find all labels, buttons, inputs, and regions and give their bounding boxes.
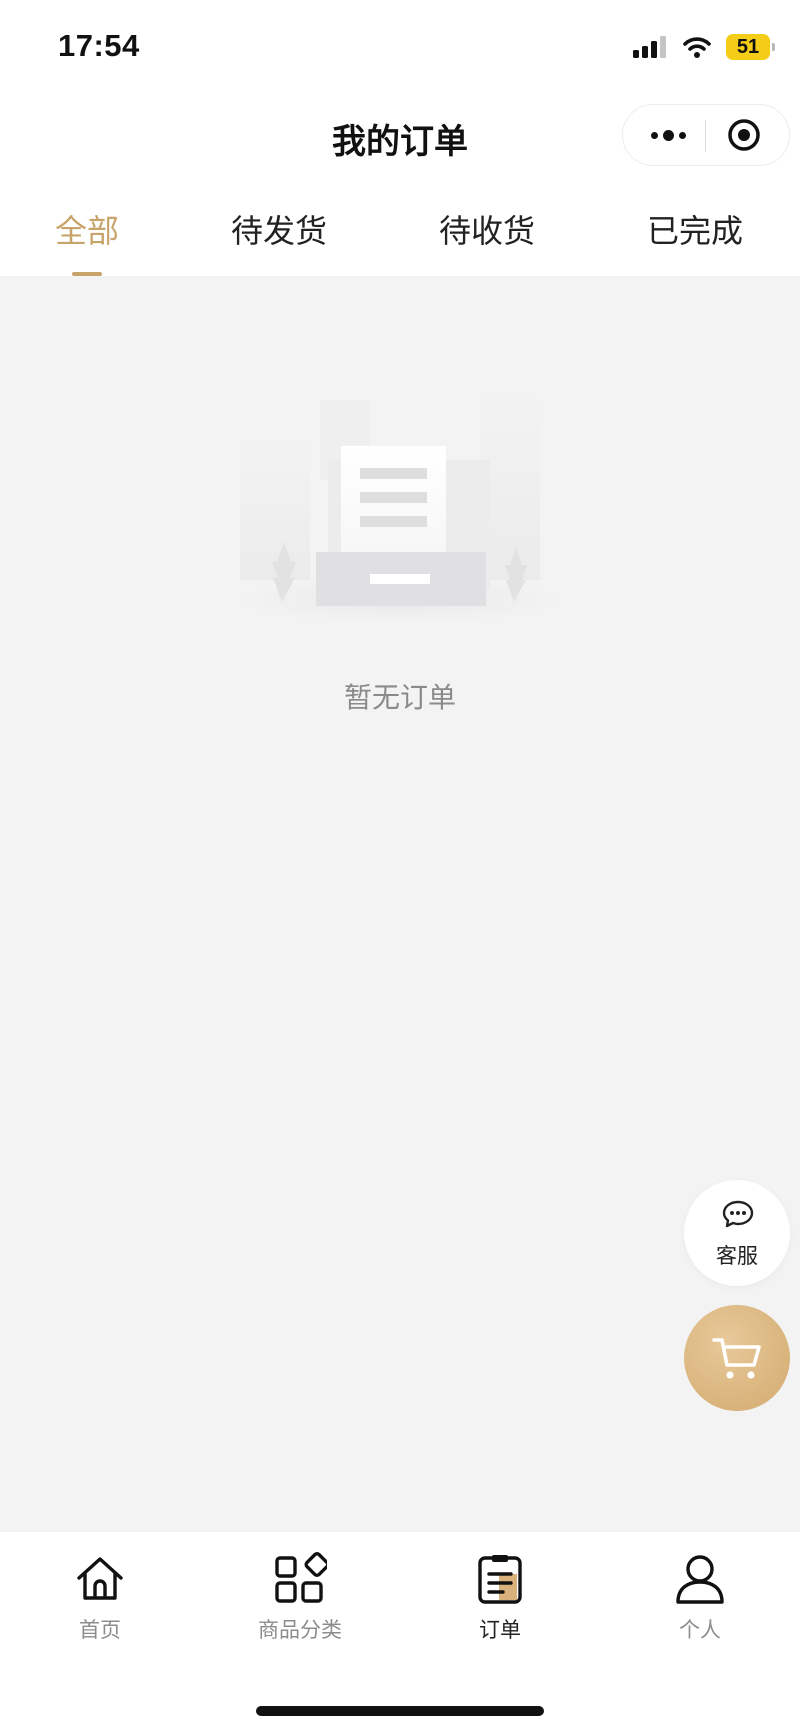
tab-pending-shipment[interactable]: 待发货 bbox=[199, 206, 359, 252]
tabbar-label-category: 商品分类 bbox=[258, 1618, 342, 1642]
wifi-icon bbox=[683, 37, 711, 58]
miniprogram-capsule bbox=[622, 104, 790, 166]
tab-pending-receipt[interactable]: 待收货 bbox=[407, 206, 567, 252]
customer-service-button[interactable]: 客服 bbox=[684, 1180, 790, 1286]
close-target-icon[interactable] bbox=[727, 118, 761, 152]
chat-bubble-icon bbox=[722, 1200, 754, 1228]
active-tab-indicator bbox=[72, 272, 102, 276]
tabbar-label-profile: 个人 bbox=[679, 1618, 721, 1642]
shopping-cart-icon bbox=[712, 1338, 761, 1379]
more-dot-icon bbox=[678, 131, 686, 139]
status-icons: 51 bbox=[632, 33, 775, 61]
battery-indicator: 51 bbox=[726, 34, 775, 60]
battery-level: 51 bbox=[736, 35, 760, 58]
more-button[interactable] bbox=[643, 105, 693, 165]
signal-icon bbox=[633, 36, 666, 58]
tabbar-label-home: 首页 bbox=[79, 1618, 121, 1642]
battery-cap bbox=[772, 43, 775, 51]
order-icon bbox=[478, 1555, 522, 1604]
more-dot-icon bbox=[662, 129, 674, 141]
home-icon bbox=[77, 1557, 123, 1600]
tabbar-label-orders: 订单 bbox=[479, 1618, 521, 1642]
customer-service-label: 客服 bbox=[716, 1244, 758, 1268]
cart-button[interactable] bbox=[684, 1305, 790, 1411]
tabbar-item-profile[interactable]: 个人 bbox=[600, 1552, 800, 1652]
order-tabs: 全部 待发货 待收货 已完成 bbox=[0, 180, 800, 276]
status-time: 17:54 bbox=[58, 28, 140, 63]
status-bar: 17:54 51 bbox=[0, 0, 800, 92]
empty-orders-illustration bbox=[240, 390, 565, 624]
home-indicator[interactable] bbox=[256, 1706, 544, 1716]
tabbar-item-home[interactable]: 首页 bbox=[0, 1552, 200, 1652]
category-icon bbox=[275, 1552, 327, 1603]
bottom-tab-bar: 首页 商品分类 订单 个人 bbox=[0, 1532, 800, 1731]
person-icon bbox=[676, 1555, 724, 1604]
empty-state-text: 暂无订单 bbox=[343, 681, 456, 714]
nav-bar: 我的订单 bbox=[0, 92, 800, 180]
tabbar-item-orders[interactable]: 订单 bbox=[400, 1552, 600, 1652]
more-dot-icon bbox=[650, 131, 658, 139]
tab-completed[interactable]: 已完成 bbox=[615, 206, 775, 252]
tabbar-item-category[interactable]: 商品分类 bbox=[200, 1552, 400, 1652]
tab-all[interactable]: 全部 bbox=[7, 206, 167, 252]
capsule-divider bbox=[705, 120, 706, 152]
